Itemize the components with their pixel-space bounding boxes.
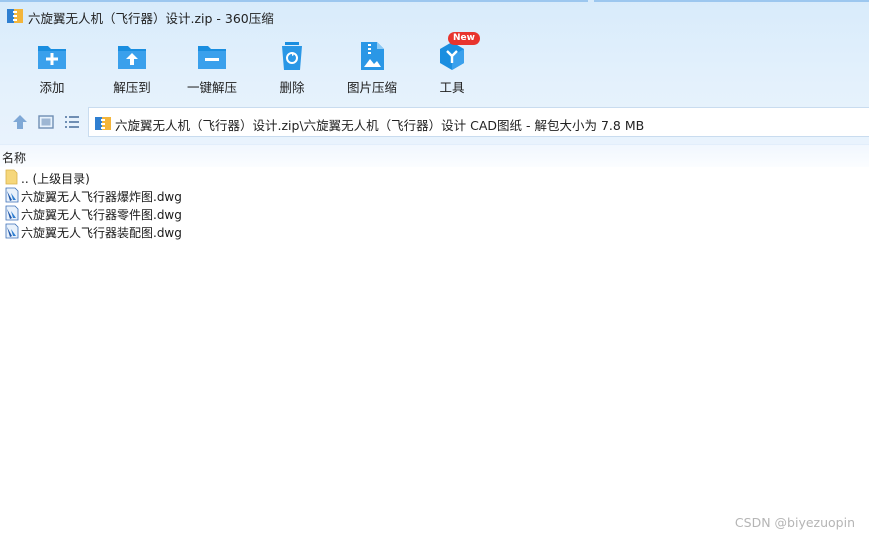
archive-icon — [95, 117, 111, 130]
add-label: 添加 — [39, 80, 65, 95]
column-header-name[interactable]: 名称 — [2, 149, 26, 166]
image-compress-button[interactable]: 图片压缩 — [332, 34, 412, 98]
delete-label: 删除 — [279, 80, 305, 95]
dwg-file-icon — [5, 223, 19, 239]
list-view-icon[interactable] — [63, 113, 81, 131]
extract-to-button[interactable]: 解压到 — [92, 34, 172, 98]
up-arrow-icon[interactable] — [11, 113, 29, 131]
file-name: 六旋翼无人飞行器零件图.dwg — [21, 208, 182, 222]
one-click-extract-label: 一键解压 — [186, 80, 237, 95]
dwg-file-icon — [5, 187, 19, 203]
add-button[interactable]: 添加 — [12, 34, 92, 98]
archive-app-icon — [7, 9, 23, 23]
list-item-file[interactable]: 六旋翼无人飞行器爆炸图.dwg — [2, 186, 302, 204]
address-bar[interactable]: 六旋翼无人机（飞行器）设计.zip\六旋翼无人机（飞行器）设计 CAD图纸 - … — [88, 107, 869, 137]
delete-button[interactable]: 删除 — [252, 34, 332, 98]
extract-to-icon — [118, 46, 146, 69]
navigation-bar: 六旋翼无人机（飞行器）设计.zip\六旋翼无人机（飞行器）设计 CAD图纸 - … — [0, 104, 869, 138]
file-name: 六旋翼无人飞行器爆炸图.dwg — [21, 190, 182, 204]
window-chrome: 六旋翼无人机（飞行器）设计.zip - 360压缩 添加 解压到 一键解压 删除… — [0, 0, 869, 144]
one-click-extract-icon — [198, 46, 226, 69]
address-path: 六旋翼无人机（飞行器）设计.zip\六旋翼无人机（飞行器）设计 CAD图纸 - … — [115, 118, 645, 133]
delete-icon — [282, 42, 302, 70]
image-compress-label: 图片压缩 — [346, 80, 397, 95]
title-bar: 六旋翼无人机（飞行器）设计.zip - 360压缩 — [0, 0, 869, 32]
tools-label: 工具 — [439, 80, 465, 95]
window-title: 六旋翼无人机（飞行器）设计.zip - 360压缩 — [28, 11, 274, 26]
extract-to-label: 解压到 — [113, 80, 151, 95]
view-toggle-icon[interactable] — [37, 113, 55, 131]
add-folder-icon — [38, 46, 66, 69]
list-item-file[interactable]: 六旋翼无人飞行器零件图.dwg — [2, 204, 302, 222]
column-header: 名称 — [0, 144, 869, 167]
list-item-parent-dir[interactable]: .. (上级目录) — [2, 168, 302, 186]
file-name: .. (上级目录) — [21, 172, 90, 186]
file-name: 六旋翼无人飞行器装配图.dwg — [21, 226, 182, 240]
toolbar: 添加 解压到 一键解压 删除 图片压缩 New 工具 — [0, 32, 869, 98]
watermark: CSDN @biyezuopin — [734, 515, 855, 530]
list-item-file[interactable]: 六旋翼无人飞行器装配图.dwg — [2, 222, 302, 240]
dwg-file-icon — [5, 205, 19, 221]
one-click-extract-button[interactable]: 一键解压 — [172, 34, 252, 98]
tools-button[interactable]: New 工具 — [412, 32, 492, 98]
image-compress-icon — [361, 42, 384, 70]
folder-icon — [5, 169, 18, 185]
new-badge: New — [448, 32, 480, 45]
